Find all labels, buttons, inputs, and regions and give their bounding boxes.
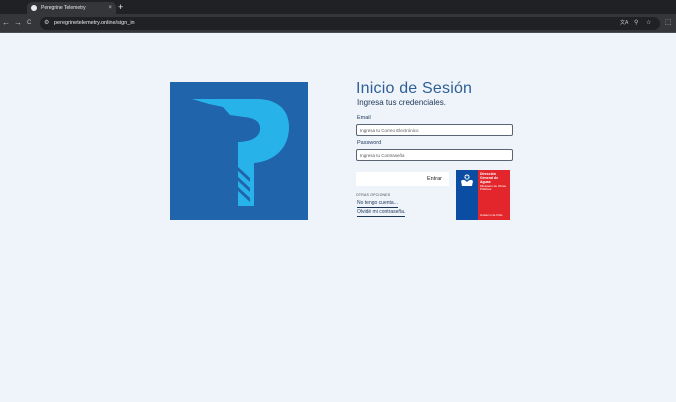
reload-button[interactable]: C [27, 17, 31, 29]
dga-title: Dirección General de Aguas [480, 172, 499, 184]
dga-logo-blue-panel [456, 170, 478, 220]
dga-ministry: Ministerio de Obras Públicas [480, 184, 507, 192]
bookmark-star-icon[interactable]: ☆ [646, 19, 651, 28]
password-field[interactable] [356, 149, 513, 161]
tab-title: Peregrine Telemetry [41, 5, 86, 11]
dga-logo: Dirección General de Aguas Ministerio de… [456, 170, 510, 220]
dga-logo-red-panel: Dirección General de Aguas Ministerio de… [478, 170, 510, 220]
no-account-link[interactable]: No tengo cuenta... [357, 200, 398, 208]
zoom-icon[interactable]: ⚲ [634, 19, 638, 28]
peregrine-mark-icon [192, 99, 290, 206]
forward-button[interactable]: → [14, 17, 22, 29]
peregrine-logo [170, 82, 308, 220]
browser-tab[interactable]: Peregrine Telemetry × [27, 2, 116, 14]
browser-toolbar: ← → C ⚙ peregrinetelemetry.online/sign_i… [0, 14, 676, 33]
forgot-password-link[interactable]: Olvidé mi contraseña. [357, 209, 406, 217]
new-tab-button[interactable]: + [118, 2, 123, 12]
address-bar[interactable]: ⚙ peregrinetelemetry.online/sign_in 文A ⚲… [40, 17, 660, 30]
page-title: Inicio de Sesión [356, 80, 473, 97]
email-field[interactable] [356, 124, 513, 136]
email-label: Email [357, 115, 371, 121]
other-options-heading: OTRAS OPCIONES [356, 193, 391, 197]
page-subtitle: Ingresa tus credenciales. [357, 98, 446, 107]
dga-government: Gobierno de Chile [480, 213, 503, 217]
submit-button[interactable]: Entrar [356, 172, 449, 186]
browser-tab-bar: Peregrine Telemetry × + [0, 0, 676, 14]
site-info-icon[interactable]: ⚙ [44, 20, 49, 27]
favicon-icon [31, 5, 37, 11]
address-url[interactable]: peregrinetelemetry.online/sign_in [54, 20, 135, 27]
password-label: Password [357, 140, 382, 146]
extensions-icon[interactable]: ⬚ [665, 18, 672, 28]
translate-icon[interactable]: 文A [620, 19, 628, 28]
back-button[interactable]: ← [2, 17, 10, 29]
chile-crest-icon [461, 174, 473, 186]
close-tab-icon[interactable]: × [108, 5, 112, 11]
